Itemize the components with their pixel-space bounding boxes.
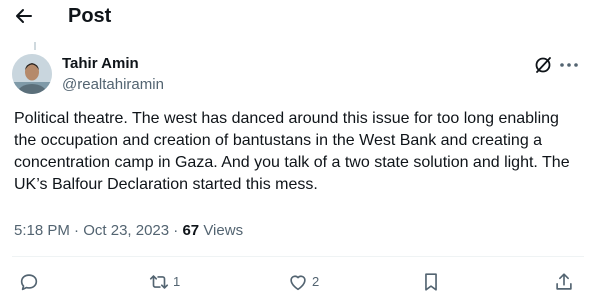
share-icon (556, 273, 572, 290)
divider (12, 256, 584, 257)
avatar[interactable] (12, 54, 52, 94)
grok-button[interactable] (533, 55, 553, 75)
like-count: 2 (312, 274, 320, 289)
profile-photo-icon (12, 54, 52, 94)
page-title: Post (68, 5, 112, 27)
meta-separator: · (173, 222, 179, 239)
tweet-time[interactable]: 5:18 PM (14, 222, 70, 239)
share-button[interactable] (553, 270, 575, 294)
arrow-left-icon (16, 9, 32, 23)
reply-button[interactable] (18, 270, 40, 294)
author-handle[interactable]: @realtahiramin (62, 76, 164, 94)
reply-icon (20, 274, 38, 291)
thread-connector-line (34, 42, 36, 50)
repost-button[interactable]: 1 (148, 270, 180, 294)
like-button[interactable]: 2 (287, 270, 319, 294)
repost-count: 1 (173, 274, 181, 289)
page-header: Post (0, 0, 596, 34)
heart-icon (290, 275, 306, 291)
bookmark-icon (425, 273, 437, 291)
more-options-button[interactable] (558, 55, 580, 75)
meta-separator: · (74, 222, 80, 239)
views-label: Views (203, 222, 244, 239)
back-button[interactable] (12, 4, 36, 28)
repost-icon (149, 275, 169, 289)
grok-icon (535, 57, 551, 73)
tweet-text: Political theatre. The west has danced a… (14, 110, 570, 193)
bookmark-button[interactable] (420, 270, 442, 294)
more-horizontal-icon (560, 63, 578, 67)
author-name[interactable]: Tahir Amin (62, 55, 139, 73)
tweet-date[interactable]: Oct 23, 2023 (83, 222, 169, 239)
views-count: 67 (182, 222, 200, 239)
tweet-metadata: 5:18 PM · Oct 23, 2023 · 67 Views (14, 221, 243, 241)
